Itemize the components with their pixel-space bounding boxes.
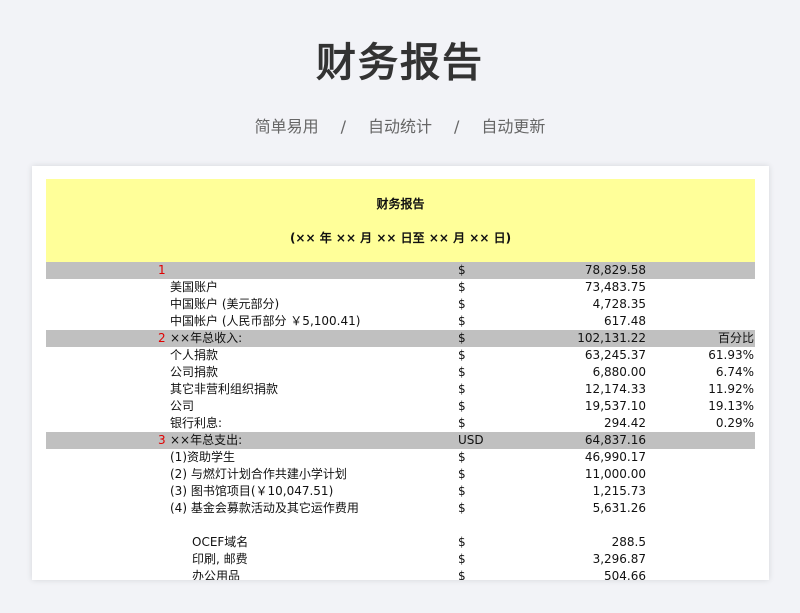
percent-cell: 0.29% <box>715 416 754 430</box>
section-header-row: 1 $78,829.58 <box>46 262 755 279</box>
table-row: OCEF域名 $288.5 <box>46 534 755 551</box>
percent-cell: 61.93% <box>708 348 754 362</box>
currency-cell: $ <box>458 382 466 396</box>
table-row: 银行利息: $294.42 0.29% <box>46 415 755 432</box>
amount-cell: 64,837.16 <box>584 433 646 447</box>
currency-cell: $ <box>458 297 466 311</box>
table-row: 其它非营利组织捐款 $12,174.33 11.92% <box>46 381 755 398</box>
table-row: (2) 与燃灯计划合作共建小学计划 $11,000.00 <box>46 466 755 483</box>
table-row: 中国帐户 (人民币部分 ￥5,100.41) $617.48 <box>46 313 755 330</box>
table-row: 印刷, 邮费 $3,296.87 <box>46 551 755 568</box>
amount-cell: 46,990.17 <box>584 450 646 464</box>
row-label: 中国帐户 (人民币部分 ￥5,100.41) <box>170 314 361 328</box>
row-label: 中国账户 (美元部分) <box>170 297 280 311</box>
currency-cell: $ <box>458 331 466 345</box>
row-label: (3) 图书馆项目(￥10,047.51) <box>170 484 334 498</box>
section-header-row: 2 ××年总收入: $102,131.22 百分比 <box>46 330 755 347</box>
row-label: 公司捐款 <box>170 365 219 379</box>
currency-cell: $ <box>458 535 466 549</box>
amount-cell: 73,483.75 <box>584 280 646 294</box>
row-label: (2) 与燃灯计划合作共建小学计划 <box>170 467 347 481</box>
amount-cell: 1,215.73 <box>592 484 646 498</box>
row-label: 其它非营利组织捐款 <box>170 382 279 396</box>
amount-cell: 617.48 <box>604 314 646 328</box>
report-title: 财务报告 <box>376 197 425 211</box>
currency-cell: $ <box>458 399 466 413</box>
page-title: 财务报告 <box>316 40 484 86</box>
spreadsheet-preview: 财务报告 (×× 年 ×× 月 ×× 日至 ×× 月 ×× 日) 1 $78,82… <box>32 166 769 580</box>
table-row: 美国账户 $73,483.75 <box>46 279 755 296</box>
currency-cell: $ <box>458 569 466 580</box>
row-label: OCEF域名 <box>192 535 249 549</box>
tag-separator: / <box>454 117 460 136</box>
table-row: 公司 $19,537.10 19.13% <box>46 398 755 415</box>
currency-cell: $ <box>458 314 466 328</box>
percent-cell: 11.92% <box>708 382 754 396</box>
tag-separator: / <box>340 117 346 136</box>
table-row: 中国账户 (美元部分) $4,728.35 <box>46 296 755 313</box>
feature-tags: 简单易用 / 自动统计 / 自动更新 <box>0 113 800 137</box>
amount-cell: 294.42 <box>604 416 646 430</box>
table-row: 公司捐款 $6,880.00 6.74% <box>46 364 755 381</box>
row-label: 办公用品 <box>192 569 241 580</box>
row-label: ××年总支出: <box>170 433 243 447</box>
percent-cell: 19.13% <box>708 399 754 413</box>
section-number: 2 <box>158 331 166 345</box>
currency-cell: $ <box>458 467 466 481</box>
tag-auto-stats: 自动统计 <box>367 117 432 136</box>
amount-cell: 63,245.37 <box>584 348 646 362</box>
table-row: 个人捐款 $63,245.37 61.93% <box>46 347 755 364</box>
tag-auto-update: 自动更新 <box>481 117 546 136</box>
amount-cell: 19,537.10 <box>584 399 646 413</box>
amount-cell: 102,131.22 <box>577 331 646 345</box>
amount-cell: 78,829.58 <box>584 263 646 277</box>
row-label: (1)资助学生 <box>170 450 235 464</box>
currency-cell: $ <box>458 348 466 362</box>
currency-cell: $ <box>458 484 466 498</box>
percent-cell: 百分比 <box>717 331 754 345</box>
spacer-row <box>46 517 755 534</box>
table-row: 办公用品 $504.66 <box>46 568 755 580</box>
currency-cell: $ <box>458 501 466 515</box>
amount-cell: 288.5 <box>611 535 646 549</box>
amount-cell: 12,174.33 <box>584 382 646 396</box>
currency-cell: $ <box>458 552 466 566</box>
report-header-banner: 财务报告 (×× 年 ×× 月 ×× 日至 ×× 月 ×× 日) <box>46 179 755 262</box>
currency-cell: $ <box>458 450 466 464</box>
percent-cell: 6.74% <box>715 365 754 379</box>
currency-cell: $ <box>458 416 466 430</box>
currency-cell: $ <box>458 365 466 379</box>
row-label: 个人捐款 <box>170 348 219 362</box>
section-header-row: 3 ××年总支出: USD 64,837.16 <box>46 432 755 449</box>
report-date-range: (×× 年 ×× 月 ×× 日至 ×× 月 ×× 日) <box>289 231 512 245</box>
amount-cell: 4,728.35 <box>592 297 646 311</box>
table-row: (4) 基金会募款活动及其它运作费用 $5,631.26 <box>46 500 755 517</box>
row-label: (4) 基金会募款活动及其它运作费用 <box>170 501 359 515</box>
amount-cell: 11,000.00 <box>584 467 646 481</box>
row-label: 银行利息: <box>170 416 223 430</box>
section-number: 3 <box>158 433 166 447</box>
row-label: ××年总收入: <box>170 331 243 345</box>
section-number: 1 <box>158 263 166 277</box>
currency-cell: $ <box>458 263 466 277</box>
tag-easy: 简单易用 <box>254 117 319 136</box>
table-row: (3) 图书馆项目(￥10,047.51) $1,215.73 <box>46 483 755 500</box>
amount-cell: 6,880.00 <box>592 365 646 379</box>
report-table: 1 $78,829.58 美国账户 $73,483.75 中国账户 (美元部分) $4,7… <box>46 262 755 580</box>
amount-cell: 3,296.87 <box>592 552 646 566</box>
currency-cell: $ <box>458 280 466 294</box>
row-label: 公司 <box>170 399 195 413</box>
row-label: 美国账户 <box>170 280 219 294</box>
amount-cell: 5,631.26 <box>592 501 646 515</box>
currency-cell: USD <box>458 433 484 447</box>
amount-cell: 504.66 <box>604 569 646 580</box>
table-row: (1)资助学生 $46,990.17 <box>46 449 755 466</box>
row-label: 印刷, 邮费 <box>192 552 248 566</box>
